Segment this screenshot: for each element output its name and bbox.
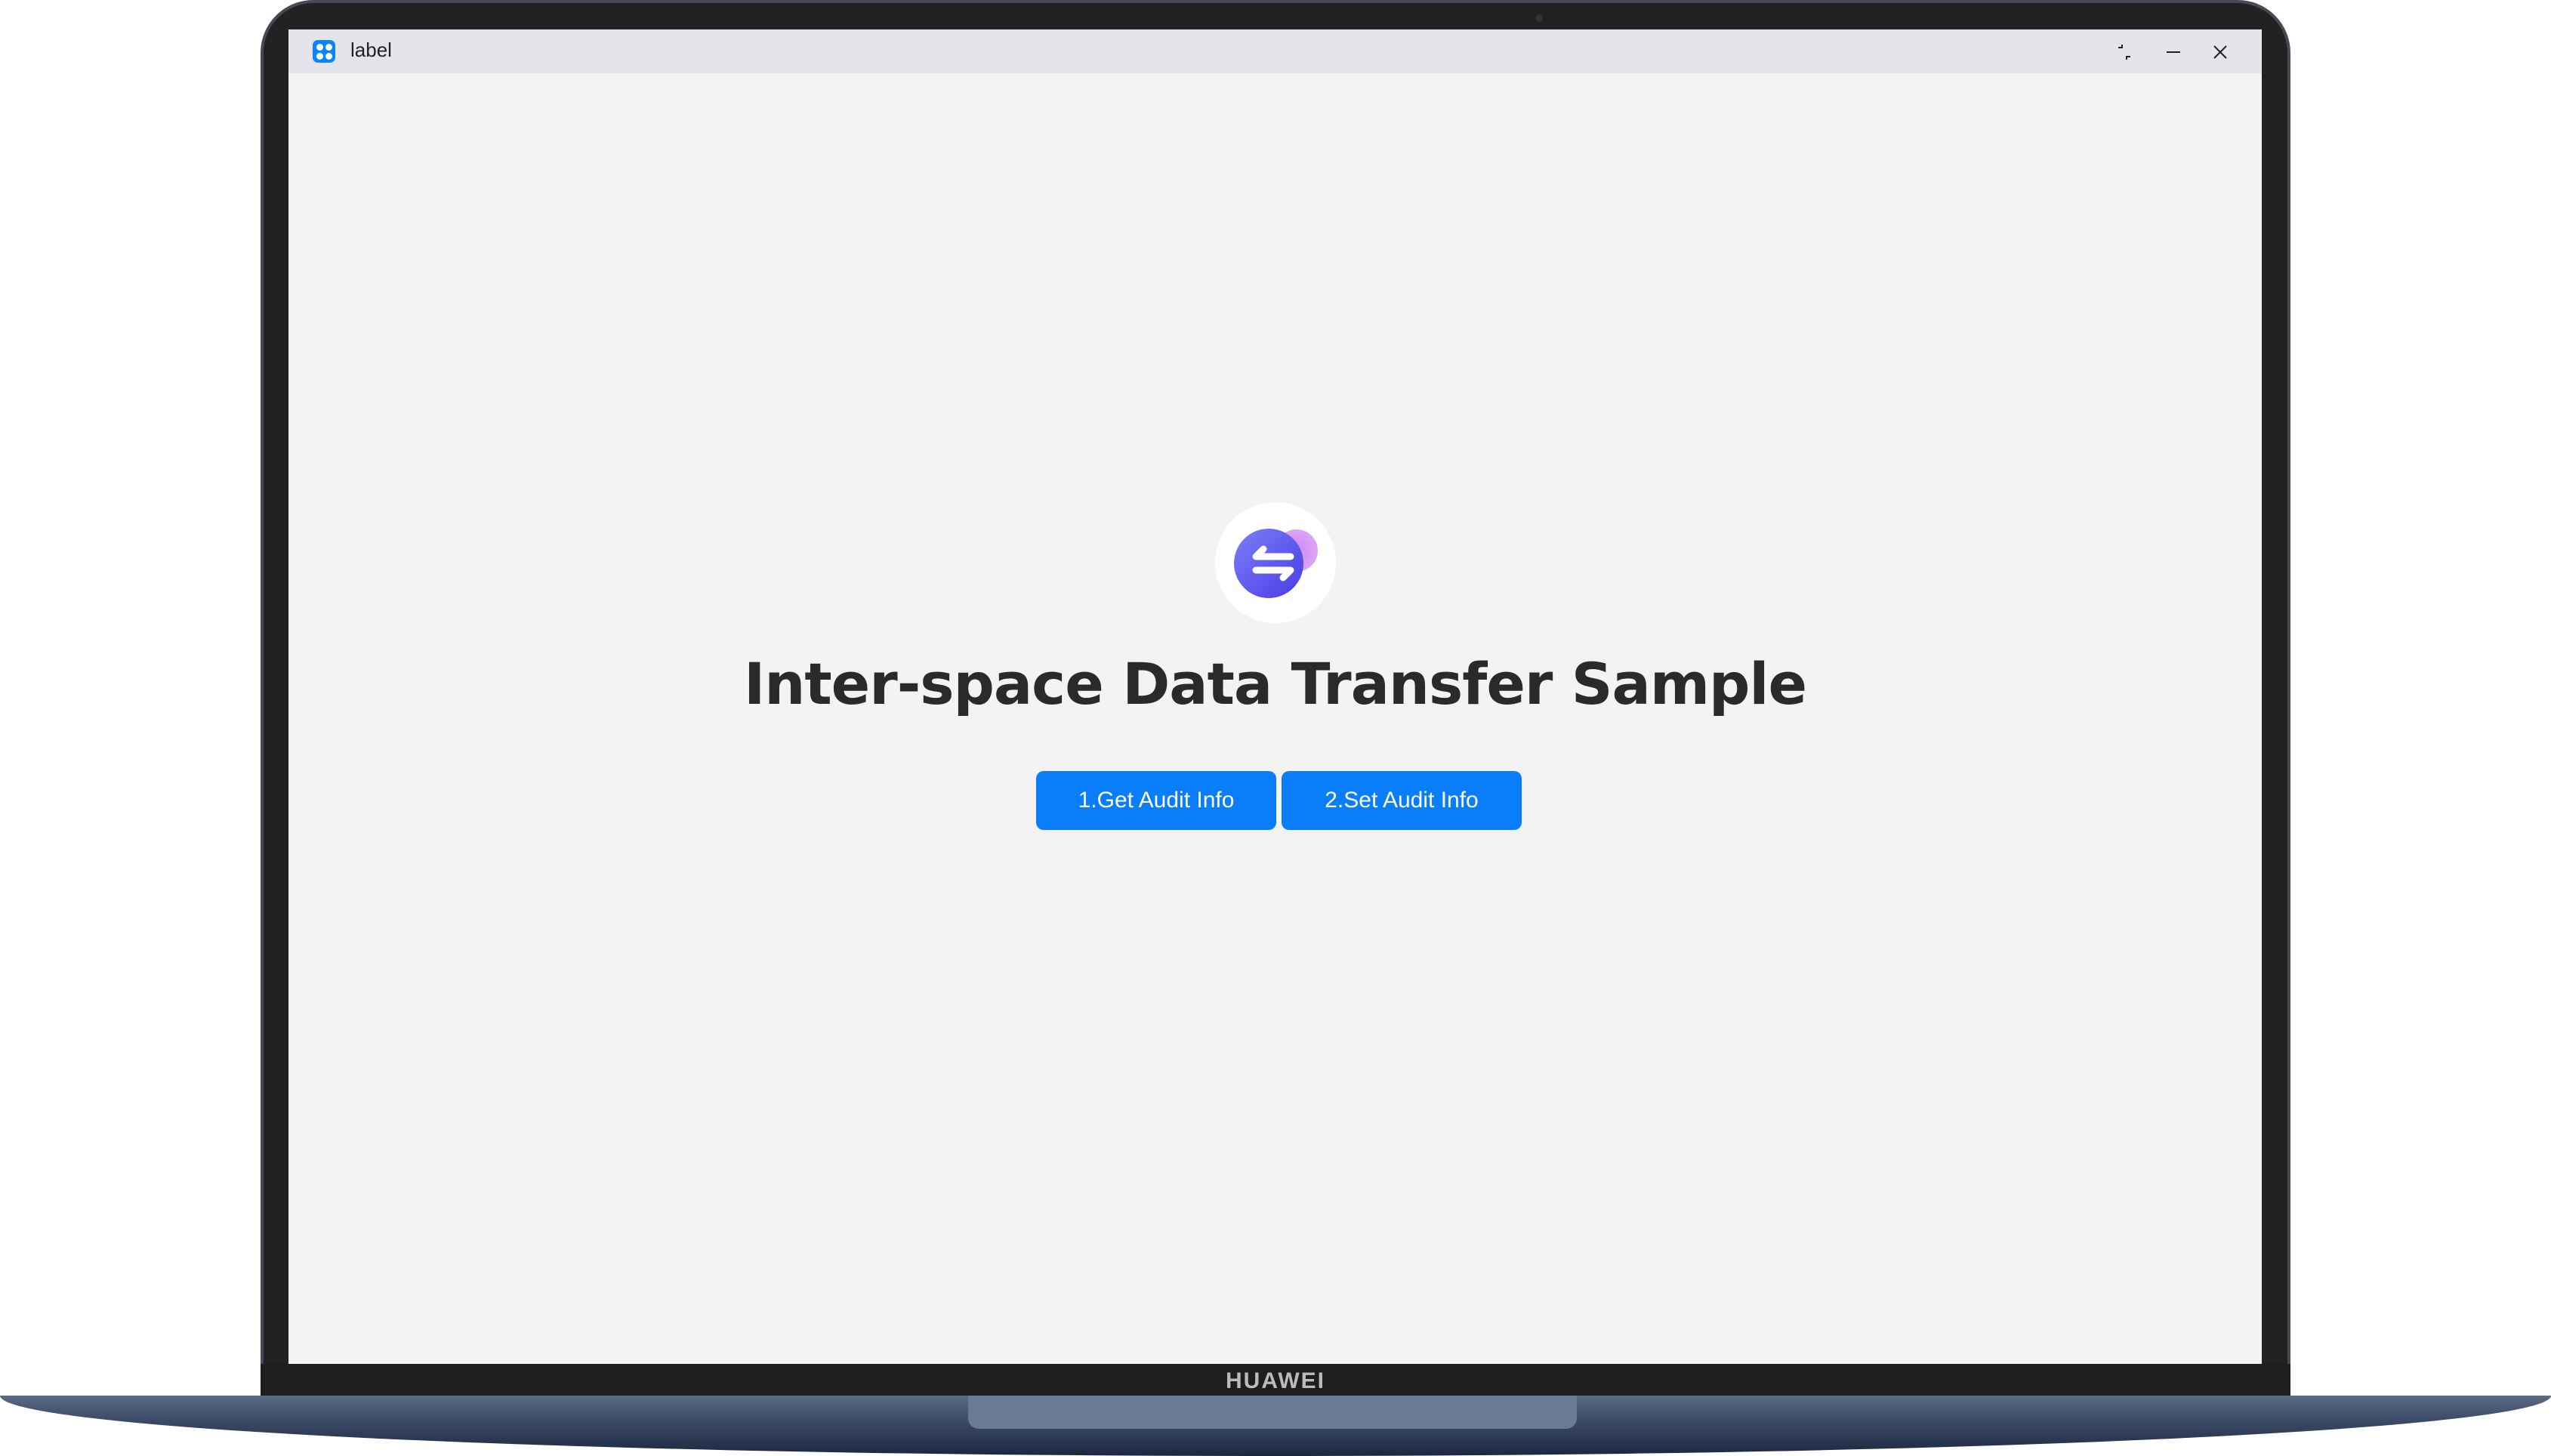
laptop-hinge: [968, 1396, 1577, 1429]
window-title: label: [350, 39, 392, 61]
app-logo: [1215, 502, 1336, 623]
restore-button[interactable]: [2109, 37, 2139, 67]
brand-label: HUAWEI: [1226, 1368, 1325, 1393]
get-audit-info-button[interactable]: 1.Get Audit Info: [1036, 771, 1276, 830]
restore-icon: [2118, 45, 2130, 60]
close-icon: [2213, 45, 2227, 59]
app-window: label Inter-space Data Transfer Sample 1…: [288, 29, 2262, 1364]
close-button[interactable]: [2205, 37, 2235, 67]
app-grid-icon: [313, 40, 335, 63]
set-audit-info-button[interactable]: 2.Set Audit Info: [1282, 771, 1522, 830]
minimize-icon: [2167, 51, 2180, 53]
page-title: Inter-space Data Transfer Sample: [743, 650, 1807, 717]
transfer-arrows-icon: [1234, 529, 1318, 598]
title-bar: label: [288, 29, 2262, 73]
minimize-button[interactable]: [2158, 37, 2189, 67]
camera: [1535, 14, 1543, 22]
